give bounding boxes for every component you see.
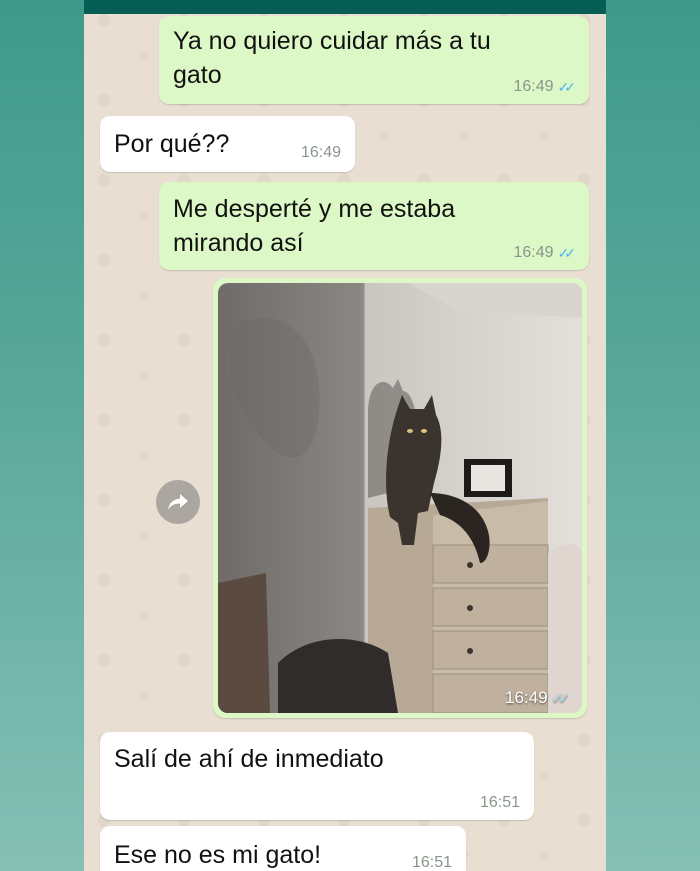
message-time: 16:51: [479, 794, 520, 811]
double-check-icon: ✓✓: [557, 79, 577, 95]
message-text: Ese no es mi gato!: [114, 841, 322, 869]
forward-button[interactable]: [156, 480, 200, 524]
message-text: Por qué??: [114, 130, 230, 158]
message-meta: 16:49: [301, 144, 341, 162]
message-time: 16:49: [513, 78, 554, 95]
message-text: Ya no quiero cuidar más a tu gato: [173, 27, 491, 89]
message-text: Salí de ahí de inmediato: [114, 745, 384, 773]
message-time: 16:49: [513, 244, 554, 261]
message-bubble-incoming[interactable]: Por qué?? 16:49: [100, 116, 355, 172]
double-check-icon: ✓✓: [551, 689, 571, 706]
message-meta: 16:51: [480, 794, 520, 812]
image-meta: 16:49 ✓✓: [504, 688, 571, 708]
cat-photo[interactable]: [218, 283, 582, 713]
image-message[interactable]: 16:49 ✓✓: [213, 278, 587, 718]
message-bubble-outgoing[interactable]: Ya no quiero cuidar más a tu gato 16:49 …: [159, 16, 589, 104]
message-bubble-incoming[interactable]: Ese no es mi gato! 16:51: [100, 826, 466, 871]
message-bubble-incoming[interactable]: Salí de ahí de inmediato 16:51: [100, 732, 534, 820]
message-time: 16:49: [300, 144, 341, 161]
chat-screen: Ya no quiero cuidar más a tu gato 16:49 …: [84, 0, 606, 871]
message-meta: 16:49 ✓✓: [513, 244, 577, 262]
message-meta: 16:51: [412, 854, 452, 871]
message-time: 16:49: [504, 688, 548, 707]
double-check-icon: ✓✓: [557, 245, 577, 261]
message-meta: 16:49 ✓✓: [513, 78, 577, 96]
message-bubble-outgoing[interactable]: Me desperté y me estaba mirando así 16:4…: [159, 182, 589, 270]
message-time: 16:51: [411, 854, 452, 871]
forward-arrow-icon: [168, 494, 188, 510]
message-text: Me desperté y me estaba mirando así: [173, 195, 456, 257]
cat-photo-image: [218, 283, 582, 713]
chat-header: [84, 0, 606, 14]
